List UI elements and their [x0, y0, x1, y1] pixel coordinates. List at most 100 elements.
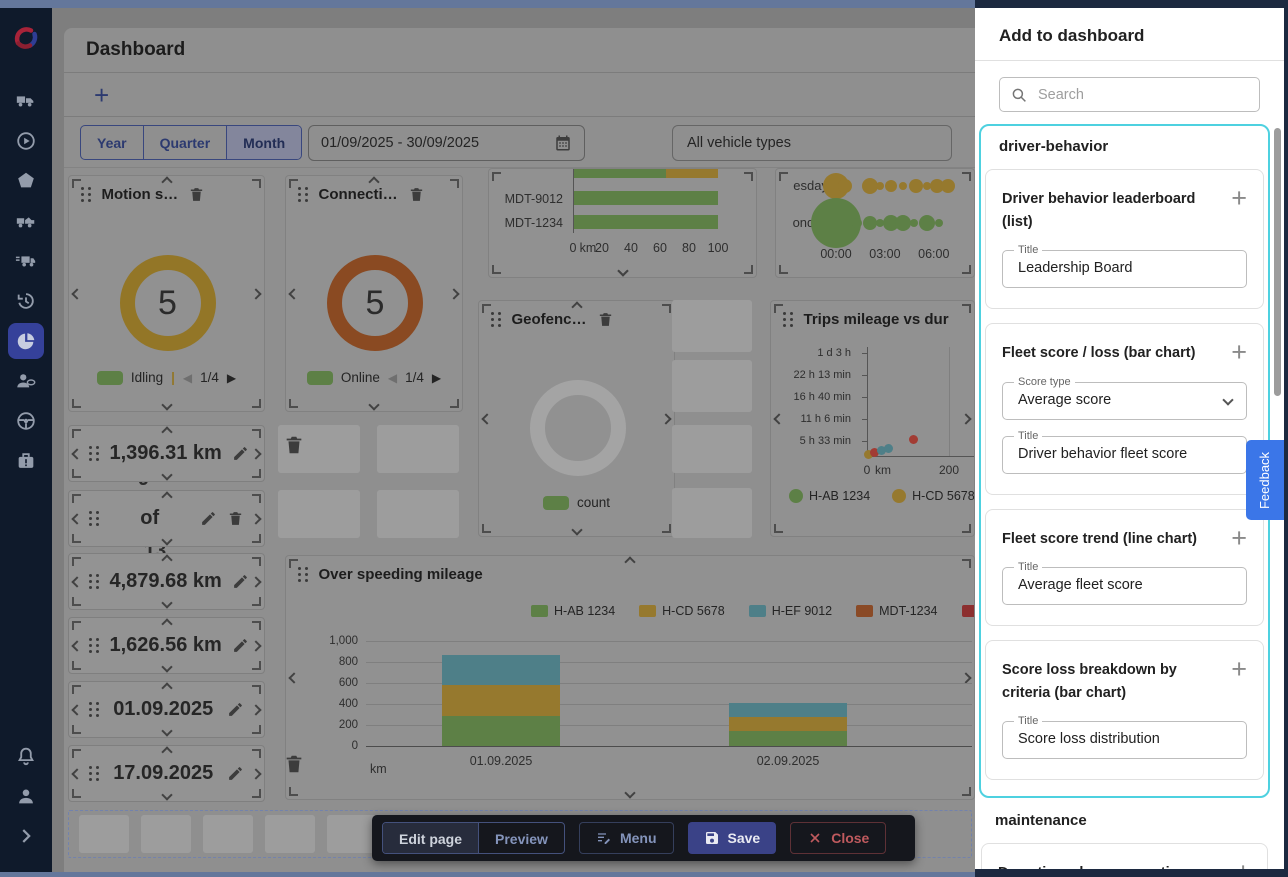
drag-handle-icon[interactable]	[89, 637, 100, 654]
delete-widget-icon[interactable]	[597, 311, 614, 328]
drag-handle-icon[interactable]	[89, 510, 100, 527]
drag-handle-icon[interactable]	[298, 566, 309, 583]
move-up-handle[interactable]	[624, 556, 636, 568]
sidebar-item-equipment[interactable]	[8, 443, 44, 479]
move-right-handle[interactable]	[960, 671, 972, 684]
delete-widget-icon[interactable]	[408, 186, 425, 203]
resize-corner[interactable]	[289, 787, 298, 796]
resize-corner[interactable]	[482, 524, 491, 533]
menu-button[interactable]: Menu	[578, 822, 674, 854]
resize-corner[interactable]	[774, 304, 783, 313]
legend-item[interactable]: MDT	[961, 604, 974, 618]
sidebar-item-tow-truck[interactable]	[8, 203, 44, 239]
move-left-handle[interactable]	[773, 412, 785, 425]
resize-corner[interactable]	[289, 559, 298, 568]
legend-item[interactable]: MDT-1234	[856, 604, 938, 618]
move-left-handle[interactable]	[71, 287, 83, 300]
move-right-handle[interactable]	[660, 412, 672, 425]
close-button[interactable]: Close	[790, 822, 887, 854]
add-tab-button[interactable]: +	[94, 82, 109, 108]
edit-widget-icon[interactable]	[232, 445, 249, 462]
add-widget-button[interactable]: +	[1231, 524, 1247, 551]
resize-corner[interactable]	[962, 172, 971, 181]
resize-corner[interactable]	[289, 179, 298, 188]
save-button[interactable]: Save	[687, 822, 777, 854]
resize-corner[interactable]	[962, 265, 971, 274]
edit-widget-icon[interactable]	[232, 573, 249, 590]
sidebar-item-media[interactable]	[8, 123, 44, 159]
drag-handle-icon[interactable]	[89, 573, 100, 590]
move-right-handle[interactable]	[960, 412, 972, 425]
vehicle-type-select[interactable]: All vehicle types	[672, 125, 952, 161]
sidebar-item-profile[interactable]	[8, 778, 44, 814]
add-widget-button[interactable]: +	[1231, 655, 1247, 682]
sidebar-item-vehicles[interactable]	[8, 83, 44, 119]
resize-corner[interactable]	[744, 172, 753, 181]
drag-handle-icon[interactable]	[89, 701, 100, 718]
feedback-tab[interactable]: Feedback	[1246, 440, 1284, 520]
resize-corner[interactable]	[779, 265, 788, 274]
drag-handle-icon[interactable]	[298, 186, 309, 203]
card-title-field[interactable]: Title Score loss distribution	[1002, 715, 1247, 760]
legend-item[interactable]: H-AB 1234	[789, 489, 870, 503]
legend-item[interactable]: H-AB 1234	[531, 604, 615, 618]
resize-corner[interactable]	[662, 524, 671, 533]
drag-handle-icon[interactable]	[89, 445, 100, 462]
resize-corner[interactable]	[492, 172, 501, 181]
add-widget-button[interactable]: +	[1235, 859, 1251, 869]
resize-corner[interactable]	[492, 265, 501, 274]
delete-widget-icon[interactable]	[227, 510, 244, 527]
add-widget-button[interactable]: +	[1231, 339, 1247, 366]
drag-handle-icon[interactable]	[81, 186, 92, 203]
move-left-handle[interactable]	[288, 671, 300, 684]
resize-corner[interactable]	[450, 179, 459, 188]
drag-handle-icon[interactable]	[491, 311, 502, 328]
card-title-field[interactable]: Title Leadership Board	[1002, 244, 1247, 289]
resize-corner[interactable]	[779, 172, 788, 181]
edit-widget-icon[interactable]	[227, 701, 244, 718]
page-next-icon[interactable]: ▶	[432, 371, 441, 385]
resize-corner[interactable]	[72, 179, 81, 188]
drag-handle-icon[interactable]	[89, 765, 100, 782]
date-range-field[interactable]	[308, 125, 585, 161]
widget-search[interactable]	[999, 77, 1260, 112]
panel-scrollbar[interactable]	[1274, 128, 1281, 396]
resize-corner[interactable]	[482, 304, 491, 313]
move-left-handle[interactable]	[288, 287, 300, 300]
resize-corner[interactable]	[662, 304, 671, 313]
resize-corner[interactable]	[962, 304, 971, 313]
move-left-handle[interactable]	[481, 412, 493, 425]
search-input[interactable]	[1038, 86, 1249, 103]
resize-corner[interactable]	[962, 559, 971, 568]
add-widget-button[interactable]: +	[1231, 185, 1247, 212]
page-prev-icon[interactable]: ◀	[183, 371, 192, 385]
sidebar-item-dashboards[interactable]	[8, 323, 44, 359]
move-down-handle[interactable]	[368, 399, 380, 411]
drag-handle-icon[interactable]	[783, 311, 794, 328]
card-title-field[interactable]: Title Average fleet score	[1002, 560, 1247, 605]
resize-corner[interactable]	[252, 179, 261, 188]
move-down-handle[interactable]	[624, 787, 636, 799]
resize-corner[interactable]	[962, 787, 971, 796]
move-right-handle[interactable]	[250, 287, 262, 300]
period-option-quarter[interactable]: Quarter	[144, 126, 228, 159]
delete-widget-icon[interactable]	[188, 186, 205, 203]
edit-widget-icon[interactable]	[232, 637, 249, 654]
preview-button[interactable]: Preview	[478, 823, 564, 853]
period-option-month[interactable]: Month	[227, 126, 302, 159]
move-right-handle[interactable]	[448, 287, 460, 300]
sidebar-item-expand[interactable]	[8, 818, 44, 854]
resize-corner[interactable]	[252, 399, 261, 408]
edit-page-button[interactable]: Edit page	[383, 823, 479, 853]
move-down-handle[interactable]	[570, 524, 583, 536]
sidebar-item-history[interactable]	[8, 283, 44, 319]
resize-corner[interactable]	[289, 399, 298, 408]
page-next-icon[interactable]: ▶	[227, 371, 236, 385]
edit-widget-icon[interactable]	[227, 765, 244, 782]
legend-item[interactable]: H-CD 5678	[892, 489, 974, 503]
edit-widget-icon[interactable]	[200, 510, 217, 527]
resize-corner[interactable]	[72, 399, 81, 408]
card-title-field[interactable]: Title Driver behavior fleet score	[1002, 429, 1247, 474]
delete-widget-icon[interactable]	[283, 434, 305, 461]
sidebar-item-drivers[interactable]	[8, 363, 44, 399]
